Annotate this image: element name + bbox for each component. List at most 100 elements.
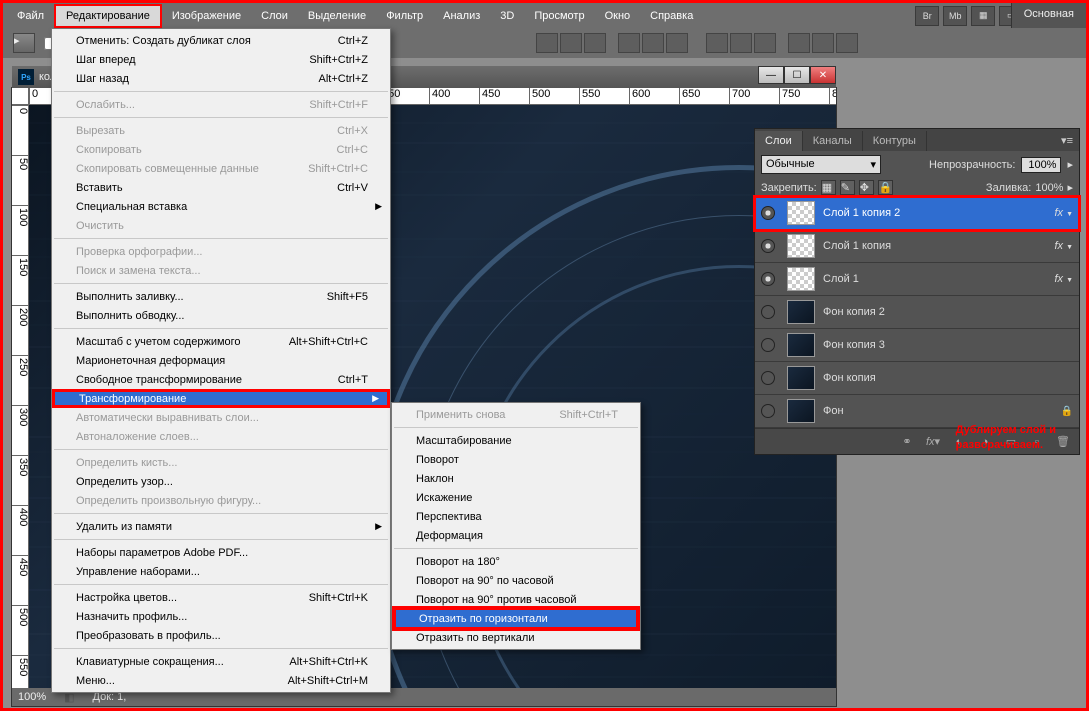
layer-row[interactable]: Фон копия 2 bbox=[755, 296, 1079, 329]
link-icon[interactable]: ⚭ bbox=[899, 434, 915, 450]
menuitem-Шаг вперед[interactable]: Шаг впередShift+Ctrl+Z bbox=[52, 50, 390, 69]
visibility-eye-icon[interactable] bbox=[761, 371, 775, 385]
panel-menu-icon[interactable]: ▾≡ bbox=[1055, 130, 1079, 151]
layer-thumbnail[interactable] bbox=[787, 234, 815, 258]
menu-view[interactable]: Просмотр bbox=[524, 6, 594, 26]
layer-thumbnail[interactable] bbox=[787, 366, 815, 390]
move-tool-icon[interactable]: ▸ bbox=[13, 33, 35, 53]
minimize-button[interactable]: — bbox=[758, 66, 784, 84]
layer-name[interactable]: Фон копия 2 bbox=[823, 306, 885, 318]
align-icon[interactable] bbox=[618, 33, 640, 53]
menuitem-Клавиатурные[interactable]: Клавиатурные сокращения...Alt+Shift+Ctrl… bbox=[52, 652, 390, 671]
align-icon[interactable] bbox=[560, 33, 582, 53]
visibility-eye-icon[interactable] bbox=[761, 305, 775, 319]
distribute-icon[interactable] bbox=[836, 33, 858, 53]
distribute-icon[interactable] bbox=[788, 33, 810, 53]
close-button[interactable]: ✕ bbox=[810, 66, 836, 84]
menuitem-Вставить[interactable]: ВставитьCtrl+V bbox=[52, 178, 390, 197]
layer-row[interactable]: Фон копия 3 bbox=[755, 329, 1079, 362]
menuitem-Управление н[interactable]: Управление наборами... bbox=[52, 562, 390, 581]
visibility-eye-icon[interactable] bbox=[761, 239, 775, 253]
align-icon[interactable] bbox=[584, 33, 606, 53]
submenu-Поворот на 90°[interactable]: Поворот на 90° по часовой bbox=[392, 571, 640, 590]
layer-fx-icon[interactable]: fx▼ bbox=[1055, 207, 1074, 219]
lock-position-icon[interactable]: ✥ bbox=[859, 180, 874, 195]
layer-thumbnail[interactable] bbox=[787, 267, 815, 291]
layer-name[interactable]: Фон копия 3 bbox=[823, 339, 885, 351]
layer-name[interactable]: Фон копия bbox=[823, 372, 876, 384]
submenu-Наклон[interactable]: Наклон bbox=[392, 469, 640, 488]
layer-name[interactable]: Фон bbox=[823, 405, 844, 417]
layer-name[interactable]: Слой 1 bbox=[823, 273, 859, 285]
layer-thumbnail[interactable] bbox=[787, 399, 815, 423]
maximize-button[interactable]: ☐ bbox=[784, 66, 810, 84]
bridge-icon[interactable]: Br bbox=[915, 6, 939, 26]
status-zoom[interactable]: 100% bbox=[18, 691, 46, 703]
distribute-icon[interactable] bbox=[754, 33, 776, 53]
viewextras-icon[interactable]: ▦ bbox=[971, 6, 995, 26]
minibridge-icon[interactable]: Mb bbox=[943, 6, 967, 26]
fx-icon[interactable]: fx▾ bbox=[925, 434, 941, 450]
opacity-arrow-icon[interactable]: ▸ bbox=[1067, 158, 1073, 171]
lock-transparency-icon[interactable]: ▦ bbox=[821, 180, 836, 195]
submenu-Деформация[interactable]: Деформация bbox=[392, 526, 640, 545]
menuitem-Выполнить за[interactable]: Выполнить заливку...Shift+F5 bbox=[52, 287, 390, 306]
layer-name[interactable]: Слой 1 копия bbox=[823, 240, 891, 252]
menuitem-Шаг назад[interactable]: Шаг назадAlt+Ctrl+Z bbox=[52, 69, 390, 88]
visibility-eye-icon[interactable] bbox=[761, 404, 775, 418]
submenu-Отразить по го[interactable]: Отразить по горизонтали bbox=[395, 609, 637, 628]
layer-row[interactable]: Слой 1 fx▼ bbox=[755, 263, 1079, 296]
blend-mode-select[interactable]: Обычные ▾ bbox=[761, 155, 881, 174]
menu-layer[interactable]: Слои bbox=[251, 6, 298, 26]
submenu-Поворот на 180[interactable]: Поворот на 180° bbox=[392, 552, 640, 571]
visibility-eye-icon[interactable] bbox=[761, 272, 775, 286]
menuitem-Масштаб с уч[interactable]: Масштаб с учетом содержимогоAlt+Shift+Ct… bbox=[52, 332, 390, 351]
menu-3d[interactable]: 3D bbox=[490, 6, 524, 26]
visibility-eye-icon[interactable] bbox=[761, 206, 775, 220]
lock-pixels-icon[interactable]: ✎ bbox=[840, 180, 855, 195]
fill-arrow-icon[interactable]: ▸ bbox=[1067, 181, 1073, 194]
fill-value[interactable]: 100% bbox=[1035, 182, 1063, 194]
menuitem-Марионеточна[interactable]: Марионеточная деформация bbox=[52, 351, 390, 370]
align-icon[interactable] bbox=[642, 33, 664, 53]
trash-icon[interactable]: 🗑 bbox=[1055, 434, 1071, 450]
submenu-Поворот на 90°[interactable]: Поворот на 90° против часовой bbox=[392, 590, 640, 609]
submenu-Искажение[interactable]: Искажение bbox=[392, 488, 640, 507]
layer-fx-icon[interactable]: fx▼ bbox=[1055, 240, 1074, 252]
menuitem-Преобразоват[interactable]: Преобразовать в профиль... bbox=[52, 626, 390, 645]
layer-row[interactable]: Слой 1 копия fx▼ bbox=[755, 230, 1079, 263]
menu-edit[interactable]: Редактирование bbox=[54, 4, 162, 28]
opacity-value[interactable]: 100% bbox=[1021, 157, 1061, 173]
submenu-Поворот[interactable]: Поворот bbox=[392, 450, 640, 469]
menuitem-Выполнить об[interactable]: Выполнить обводку... bbox=[52, 306, 390, 325]
menu-filter[interactable]: Фильтр bbox=[376, 6, 433, 26]
distribute-icon[interactable] bbox=[706, 33, 728, 53]
tab-layers[interactable]: Слои bbox=[755, 131, 803, 151]
layer-row[interactable]: Фон копия bbox=[755, 362, 1079, 395]
menuitem-Трансформиро[interactable]: Трансформирование▶ bbox=[52, 389, 390, 408]
menu-image[interactable]: Изображение bbox=[162, 6, 251, 26]
menuitem-Определить у[interactable]: Определить узор... bbox=[52, 472, 390, 491]
submenu-Масштабировани[interactable]: Масштабирование bbox=[392, 431, 640, 450]
submenu-Перспектива[interactable]: Перспектива bbox=[392, 507, 640, 526]
layer-row[interactable]: Слой 1 копия 2 fx▼ bbox=[755, 197, 1079, 230]
visibility-eye-icon[interactable] bbox=[761, 338, 775, 352]
layer-thumbnail[interactable] bbox=[787, 201, 815, 225]
menuitem-Назначить пр[interactable]: Назначить профиль... bbox=[52, 607, 390, 626]
layer-name[interactable]: Слой 1 копия 2 bbox=[823, 207, 900, 219]
menuitem-Наборы парам[interactable]: Наборы параметров Adobe PDF... bbox=[52, 543, 390, 562]
menu-analysis[interactable]: Анализ bbox=[433, 6, 490, 26]
menu-help[interactable]: Справка bbox=[640, 6, 703, 26]
menuitem-Настройка цв[interactable]: Настройка цветов...Shift+Ctrl+K bbox=[52, 588, 390, 607]
menu-select[interactable]: Выделение bbox=[298, 6, 376, 26]
layer-fx-icon[interactable]: fx▼ bbox=[1055, 273, 1074, 285]
align-icon[interactable] bbox=[666, 33, 688, 53]
tab-channels[interactable]: Каналы bbox=[803, 131, 863, 151]
distribute-icon[interactable] bbox=[812, 33, 834, 53]
menuitem-Свободное тр[interactable]: Свободное трансформированиеCtrl+T bbox=[52, 370, 390, 389]
menuitem-Отменить: Со[interactable]: Отменить: Создать дубликат слояCtrl+Z bbox=[52, 31, 390, 50]
layer-thumbnail[interactable] bbox=[787, 300, 815, 324]
menuitem-Специальная[interactable]: Специальная вставка▶ bbox=[52, 197, 390, 216]
workspace-primary[interactable]: Основная bbox=[1011, 3, 1086, 28]
menu-window[interactable]: Окно bbox=[595, 6, 641, 26]
